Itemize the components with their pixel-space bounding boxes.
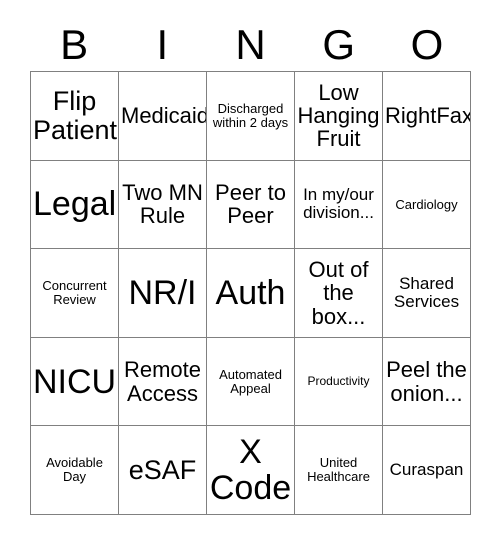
bingo-cell-label: NICU: [33, 362, 117, 401]
bingo-cell-g2[interactable]: In my/our division...: [295, 160, 383, 250]
bingo-cell-b3[interactable]: Concurrent Review: [31, 249, 119, 338]
bingo-cell-label: Concurrent Review: [42, 278, 107, 307]
bingo-cell-label: Cardiology: [395, 196, 458, 212]
bingo-cell-label: Legal: [33, 185, 117, 224]
bingo-cell-g3[interactable]: Out of the box...: [295, 249, 383, 338]
bingo-cell-g1[interactable]: Low Hanging Fruit: [295, 72, 383, 161]
bingo-cell-o5[interactable]: Curaspan: [383, 426, 471, 515]
bingo-cell-i5[interactable]: eSAF: [119, 426, 207, 515]
bingo-cell-label: Flip Patient: [33, 86, 118, 145]
bingo-cell-i3[interactable]: NR/I: [119, 249, 207, 338]
bingo-card: B I N G O Flip Patient Medicaid Discharg…: [0, 0, 500, 544]
bingo-cell-g4[interactable]: Productivity: [295, 337, 383, 427]
bingo-cell-label: Automated Appeal: [219, 366, 282, 396]
bingo-cell-b2[interactable]: Legal: [31, 160, 119, 250]
bingo-header-row: B I N G O: [30, 18, 471, 71]
bingo-cell-o2[interactable]: Cardiology: [383, 160, 471, 250]
bingo-cell-n5[interactable]: X Code: [207, 426, 295, 515]
bingo-cell-b5[interactable]: Avoidable Day: [31, 426, 119, 515]
bingo-cell-n2[interactable]: Peer to Peer: [207, 160, 295, 250]
bingo-cell-n4[interactable]: Automated Appeal: [207, 337, 295, 427]
bingo-grid: Flip Patient Medicaid Discharged within …: [30, 71, 471, 515]
bingo-cell-label: Peer to Peer: [215, 180, 286, 229]
bingo-header-letter-n: N: [235, 20, 266, 68]
bingo-cell-label: Shared Services: [393, 273, 460, 311]
bingo-cell-n3[interactable]: Auth: [207, 249, 295, 338]
bingo-cell-label: Out of the box...: [308, 257, 369, 329]
bingo-cell-i4[interactable]: Remote Access: [119, 337, 207, 427]
bingo-cell-label: NR/I: [128, 273, 197, 312]
bingo-cell-label: eSAF: [128, 454, 197, 485]
bingo-cell-label: United Healthcare: [307, 455, 370, 485]
bingo-cell-o3[interactable]: Shared Services: [383, 249, 471, 338]
bingo-cell-label: In my/our division...: [303, 185, 374, 223]
bingo-cell-label: RightFax: [385, 103, 471, 129]
bingo-cell-label: Remote Access: [123, 357, 202, 406]
bingo-cell-label: Two MN Rule: [122, 180, 203, 229]
bingo-cell-label: Peel the onion...: [386, 357, 467, 406]
bingo-cell-o4[interactable]: Peel the onion...: [383, 337, 471, 427]
bingo-cell-label: X Code: [209, 433, 292, 508]
bingo-cell-b4[interactable]: NICU: [31, 337, 119, 427]
bingo-cell-b1[interactable]: Flip Patient: [31, 72, 119, 161]
bingo-cell-o1[interactable]: RightFax: [383, 72, 471, 161]
bingo-cell-label: Medicaid: [121, 103, 207, 129]
bingo-cell-label: Avoidable Day: [46, 455, 103, 485]
bingo-cell-label: Discharged within 2 days: [212, 101, 289, 130]
bingo-cell-i1[interactable]: Medicaid: [119, 72, 207, 161]
bingo-cell-label: Low Hanging Fruit: [297, 79, 380, 152]
bingo-header-letter-b: B: [60, 20, 89, 68]
bingo-cell-label: Curaspan: [389, 460, 464, 480]
bingo-cell-label: Productivity: [307, 374, 370, 389]
bingo-cell-g5[interactable]: United Healthcare: [295, 426, 383, 515]
bingo-cell-n1[interactable]: Discharged within 2 days: [207, 72, 295, 161]
bingo-header-letter-g: G: [322, 20, 356, 68]
bingo-cell-i2[interactable]: Two MN Rule: [119, 160, 207, 250]
bingo-header-letter-o: O: [410, 20, 444, 68]
bingo-header-letter-i: I: [156, 20, 169, 68]
bingo-cell-label: Auth: [215, 273, 286, 312]
